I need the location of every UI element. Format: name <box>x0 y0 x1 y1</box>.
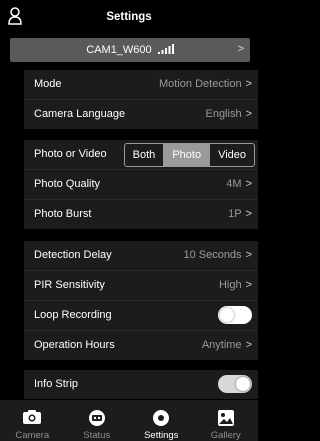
tab-settings[interactable]: Settings <box>129 400 194 441</box>
photo-quality-label: Photo Quality <box>34 178 101 190</box>
gallery-icon <box>217 410 234 426</box>
page-title: Settings <box>106 11 152 23</box>
tab-camera[interactable]: Camera <box>0 400 65 441</box>
toggle-knob <box>220 308 234 322</box>
pir-sensitivity-value-wrap: High > <box>219 279 252 291</box>
mode-value-wrap: Motion Detection > <box>159 78 252 90</box>
row-camera-language[interactable]: Camera Language English > <box>24 100 258 129</box>
tab-camera-label: Camera <box>15 430 50 441</box>
row-mode[interactable]: Mode Motion Detection > <box>24 70 258 100</box>
pir-sensitivity-label: PIR Sensitivity <box>34 279 105 291</box>
operation-hours-value: Anytime <box>201 339 242 351</box>
row-pir-sensitivity[interactable]: PIR Sensitivity High > <box>24 271 258 301</box>
tab-status[interactable]: Status <box>65 400 130 441</box>
row-photo-burst[interactable]: Photo Burst 1P > <box>24 200 258 229</box>
loop-recording-label: Loop Recording <box>34 309 112 321</box>
row-loop-recording: Loop Recording <box>24 301 258 331</box>
chevron-right-icon: > <box>245 178 252 190</box>
chevron-right-icon: > <box>245 78 252 90</box>
device-name: CAM1_W600 <box>86 44 152 56</box>
tab-bar: Camera Status Settings Gallery <box>0 400 258 441</box>
tab-status-label: Status <box>83 430 111 441</box>
chevron-right-icon: > <box>245 208 252 220</box>
language-value: English <box>205 108 242 120</box>
tab-gallery-label: Gallery <box>210 430 241 441</box>
photo-burst-label: Photo Burst <box>34 208 92 220</box>
section-detection: Detection Delay 10 Seconds > PIR Sensitiv… <box>24 241 258 360</box>
mode-value: Motion Detection <box>159 78 242 90</box>
photo-video-segmented-control: Both Photo Video <box>123 143 255 167</box>
mode-label: Mode <box>34 78 62 90</box>
chevron-right-icon: > <box>245 279 252 291</box>
section-general: Mode Motion Detection > Camera Language E… <box>24 70 258 129</box>
signal-bars-icon <box>157 44 174 54</box>
settings-icon <box>153 410 170 426</box>
segment-both[interactable]: Both <box>125 144 165 166</box>
chevron-right-icon: > <box>245 339 252 351</box>
camera-icon <box>23 410 42 424</box>
detection-delay-value: 10 Seconds <box>183 249 242 261</box>
segment-video[interactable]: Video <box>210 144 254 166</box>
operation-hours-value-wrap: Anytime > <box>202 339 252 351</box>
photo-or-video-label: Photo or Video <box>34 148 107 160</box>
info-strip-toggle[interactable] <box>218 375 252 393</box>
detection-delay-value-wrap: 10 Seconds > <box>183 249 252 261</box>
toggle-knob <box>236 377 250 391</box>
pir-sensitivity-value: High <box>218 279 242 291</box>
device-selector[interactable]: CAM1_W600 > <box>10 38 250 62</box>
chevron-right-icon: > <box>237 43 244 55</box>
row-operation-hours[interactable]: Operation Hours Anytime > <box>24 331 258 360</box>
photo-burst-value: 1P <box>228 208 242 220</box>
device-name-row: CAM1_W600 <box>10 44 250 56</box>
photo-quality-value: 4M <box>226 178 242 190</box>
info-strip-label: Info Strip <box>34 378 79 390</box>
operation-hours-label: Operation Hours <box>34 339 115 351</box>
section-photo: Photo or Video Both Photo Video Photo Qu… <box>24 140 258 229</box>
chevron-right-icon: > <box>245 108 252 120</box>
photo-quality-value-wrap: 4M > <box>226 178 252 190</box>
detection-delay-label: Detection Delay <box>34 249 112 261</box>
language-value-wrap: English > <box>205 108 252 120</box>
header: Settings <box>0 0 258 36</box>
row-info-strip: Info Strip <box>24 370 258 399</box>
tab-settings-label: Settings <box>144 430 179 441</box>
loop-recording-toggle[interactable] <box>218 306 252 324</box>
tab-gallery[interactable]: Gallery <box>194 400 259 441</box>
segment-photo[interactable]: Photo <box>164 144 211 166</box>
status-icon <box>88 410 105 426</box>
photo-burst-value-wrap: 1P > <box>228 208 252 220</box>
section-info: Info Strip <box>24 370 258 399</box>
language-label: Camera Language <box>34 108 126 120</box>
chevron-right-icon: > <box>245 249 252 261</box>
row-photo-quality[interactable]: Photo Quality 4M > <box>24 170 258 200</box>
row-detection-delay[interactable]: Detection Delay 10 Seconds > <box>24 241 258 271</box>
row-photo-or-video: Photo or Video Both Photo Video <box>24 140 258 170</box>
